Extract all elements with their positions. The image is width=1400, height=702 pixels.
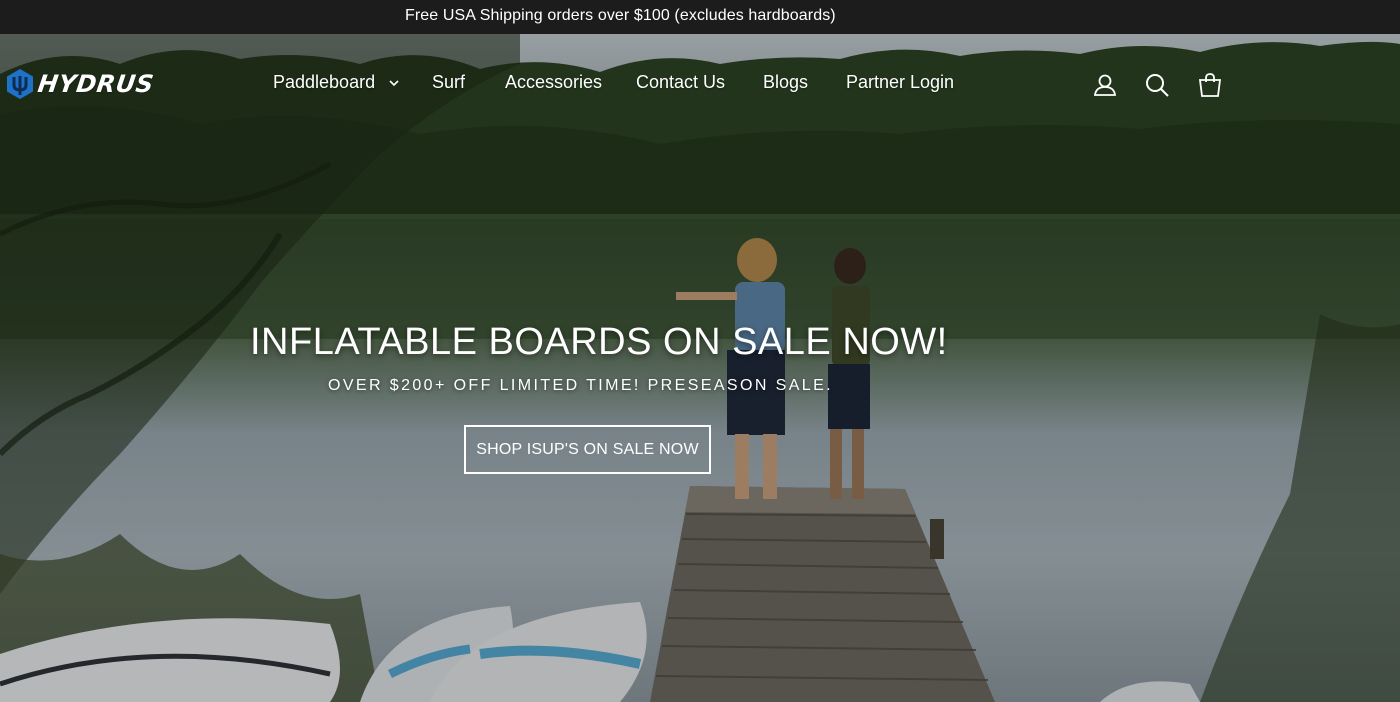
cart-button[interactable]: [1197, 72, 1223, 98]
brand-name: HYDRUS: [36, 70, 156, 98]
nav-item-surf[interactable]: Surf: [432, 72, 465, 93]
hydrus-logo-icon: [7, 69, 33, 99]
nav-item-partner-login[interactable]: Partner Login: [846, 72, 954, 93]
site-header: HYDRUS Paddleboard Surf Accessories Cont…: [0, 34, 1400, 134]
hero-banner: [0, 34, 1400, 702]
announcement-bar: Free USA Shipping orders over $100 (excl…: [0, 0, 1400, 34]
shop-isups-button[interactable]: SHOP ISUP'S ON SALE NOW: [464, 425, 711, 474]
brand-logo[interactable]: HYDRUS: [4, 68, 156, 100]
nav-item-blogs[interactable]: Blogs: [763, 72, 808, 93]
account-icon: [1093, 74, 1117, 96]
hero-subtitle: OVER $200+ OFF LIMITED TIME! PRESEASON S…: [328, 377, 833, 394]
hero-overlay: [0, 34, 1400, 702]
chevron-down-icon: [389, 80, 399, 87]
nav-item-paddleboard[interactable]: Paddleboard: [273, 72, 400, 93]
nav-item-label: Paddleboard: [273, 72, 376, 92]
nav-item-contact-us[interactable]: Contact Us: [636, 72, 725, 93]
search-button[interactable]: [1144, 72, 1170, 98]
hero-title: INFLATABLE BOARDS ON SALE NOW!: [250, 321, 948, 363]
cart-icon: [1198, 73, 1222, 97]
nav-item-accessories[interactable]: Accessories: [505, 72, 602, 93]
search-icon: [1146, 74, 1169, 97]
announcement-text: Free USA Shipping orders over $100 (excl…: [405, 7, 836, 24]
account-button[interactable]: [1092, 72, 1118, 98]
